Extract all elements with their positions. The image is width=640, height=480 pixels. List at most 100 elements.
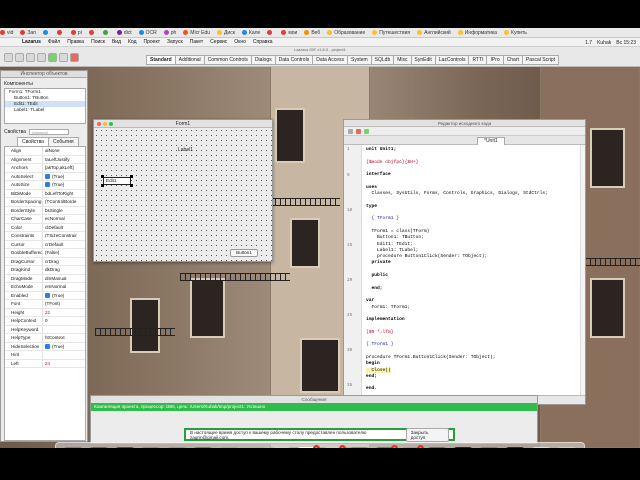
palette-tab[interactable]: SQLdb (370, 55, 395, 65)
bookmark-item[interactable]: мои (281, 30, 297, 36)
property-row[interactable]: DragMode dmManual (5, 274, 85, 283)
bookmark-item[interactable] (56, 30, 64, 35)
maximize-icon[interactable] (109, 122, 113, 126)
palette-tab[interactable]: Standard (146, 55, 176, 65)
code-line[interactable]: {$R *.lfm} (366, 330, 394, 335)
bookmark-item[interactable]: Английский (417, 30, 451, 36)
property-row[interactable]: EchoMode emNormal (5, 283, 85, 292)
property-row[interactable]: CharCase ecNormal (5, 215, 85, 224)
code-line[interactable]: Classes, SysUtils, Forms, Controls, Grap… (366, 191, 548, 196)
clock[interactable]: Вс 15:23 (616, 40, 636, 46)
menu-item[interactable]: Пакет (190, 39, 204, 45)
bookmark-item[interactable] (88, 30, 96, 35)
form-canvas[interactable]: Label1 Edit1 Button1 (94, 128, 272, 261)
menu-item[interactable]: Файл (48, 39, 60, 45)
new-file-button[interactable] (4, 53, 13, 62)
palette-tab[interactable]: IPro (486, 55, 504, 65)
palette-tab[interactable]: RTTI (468, 55, 488, 65)
menu-item[interactable]: Проект (144, 39, 160, 45)
bookmark-item[interactable]: OCR (138, 30, 157, 36)
property-value[interactable]: (True) (43, 343, 85, 351)
bookmark-item[interactable]: dict (116, 30, 132, 36)
property-value[interactable]: 0 (43, 317, 85, 325)
bookmark-item[interactable] (42, 30, 50, 35)
menu-item[interactable]: Правка (67, 39, 84, 45)
code-line[interactable]: end; (366, 374, 377, 379)
property-value[interactable]: (TControlBorde (43, 198, 85, 206)
property-value[interactable]: ecNormal (43, 215, 85, 223)
prefs-icon[interactable]: ⚙1 (400, 444, 424, 448)
property-row[interactable]: HelpType htContext (5, 334, 85, 343)
property-row[interactable]: HelpContext 0 (5, 317, 85, 326)
palette-tab[interactable]: System (347, 55, 372, 65)
appstore-icon[interactable]: A3 (374, 444, 398, 448)
bookmark-item[interactable]: Купить (504, 30, 527, 36)
bookmark-item[interactable]: ph (163, 30, 176, 36)
grapher-icon[interactable]: ∿ (218, 446, 240, 448)
finder-icon[interactable]: ☺ (62, 446, 84, 448)
menu-item[interactable]: Справка (253, 39, 273, 45)
vertical-scrollbar[interactable] (580, 145, 585, 396)
palette-tab[interactable]: Pascal Script (521, 55, 560, 65)
code-line[interactable]: { TForm1 } (366, 342, 394, 347)
photos-icon[interactable]: ✿ (270, 446, 292, 448)
property-value[interactable]: alNone (43, 147, 85, 155)
menu-item[interactable]: Вид (112, 39, 121, 45)
stop-button[interactable] (70, 53, 79, 62)
property-value[interactable]: htContext (43, 334, 85, 342)
code-line[interactable]: { TForm1 } (366, 216, 400, 221)
palette-tab[interactable]: SynEdit (410, 55, 436, 65)
property-value[interactable]: 24 (43, 360, 85, 368)
label1-control[interactable]: Label1 (178, 147, 193, 153)
pause-button[interactable] (59, 53, 68, 62)
resize-handle[interactable] (101, 175, 104, 178)
resize-handle[interactable] (101, 184, 104, 187)
property-row[interactable]: AutoSelect (True) (5, 172, 85, 181)
property-row[interactable]: DragKind dkDrag (5, 266, 85, 275)
bookmark-item[interactable]: Образование (327, 30, 365, 36)
property-row[interactable]: DoubleBuffered (False) (5, 249, 85, 258)
edit1-control[interactable]: Edit1 (103, 177, 131, 185)
palette-tab[interactable]: Chart (502, 55, 523, 65)
property-row[interactable]: Align alNone (5, 147, 85, 156)
vkontakte-icon[interactable]: В (426, 446, 448, 448)
property-row[interactable]: Anchors [akTop,akLeft] (5, 164, 85, 173)
code-line[interactable]: Button1: TButton; (366, 235, 424, 240)
chrome-icon[interactable]: ● (244, 446, 266, 448)
property-row[interactable]: HideSelection (True) (5, 342, 85, 351)
property-value[interactable]: (True) (43, 292, 85, 300)
code-line[interactable]: var (366, 298, 374, 303)
checkbox-icon[interactable] (45, 182, 50, 187)
minimize-icon[interactable] (103, 122, 107, 126)
property-value[interactable]: (TFont) (43, 300, 85, 308)
bookmark-item[interactable]: Micr Edu (183, 30, 210, 36)
code-line[interactable]: {$mode objfpc}{$H+} (366, 160, 418, 165)
property-value[interactable]: dkDrag (43, 266, 85, 274)
menu-item[interactable]: Окно (234, 39, 246, 45)
checkbox-icon[interactable] (45, 343, 50, 349)
tree-item[interactable]: Label1: TLabel (5, 107, 85, 113)
palette-tab[interactable]: Dialogs (250, 55, 276, 65)
menu-item[interactable]: Lazarus (22, 39, 41, 45)
resize-handle[interactable] (130, 184, 133, 187)
property-value[interactable]: (True) (43, 181, 85, 189)
settings-icon[interactable]: ⚙ (140, 446, 162, 448)
menu-item[interactable]: Запуск (167, 39, 183, 45)
property-row[interactable]: DragCursor crDrag (5, 257, 85, 266)
bookmark-item[interactable] (102, 30, 110, 35)
property-value[interactable]: crDrag (43, 258, 85, 266)
bookmark-item[interactable]: Информатика (457, 30, 497, 36)
palette-tab[interactable]: LazControls (434, 55, 470, 65)
code-line[interactable]: interface (366, 172, 391, 177)
property-row[interactable]: HelpKeyword (5, 325, 85, 334)
property-row[interactable]: BorderSpacing (TControlBorde (5, 198, 85, 207)
bookmark-item[interactable]: Веб (304, 30, 320, 36)
code-line[interactable]: unit Unit1; (366, 147, 396, 152)
property-row[interactable]: BiDiMode bdLeftToRight (5, 189, 85, 198)
bookmark-item[interactable]: vid (0, 30, 13, 36)
editor-menu-icon[interactable] (348, 129, 353, 134)
property-row[interactable]: Constraints (TSizeConstrair (5, 232, 85, 241)
property-value[interactable] (43, 326, 85, 334)
property-value[interactable]: bdLeftToRight (43, 190, 85, 198)
terminal-icon[interactable]: >_ (504, 446, 526, 448)
